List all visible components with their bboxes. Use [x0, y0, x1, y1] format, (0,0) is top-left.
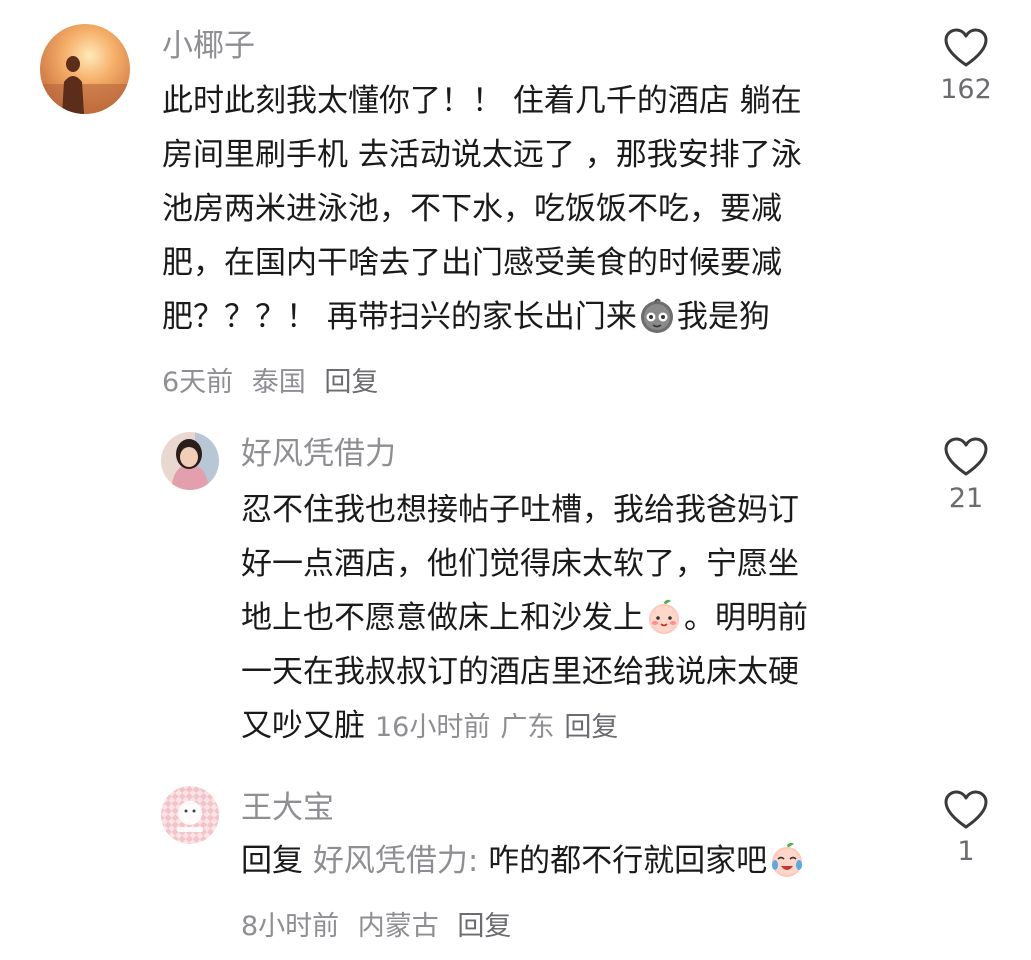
comment-text: 。明明前	[684, 600, 808, 636]
avatar[interactable]	[40, 24, 130, 114]
like-count: 21	[948, 483, 984, 514]
avatar-sunset-image	[40, 24, 130, 114]
heart-icon[interactable]	[944, 437, 988, 477]
comment-line: 忍不住我也想接帖子吐槽，我给我爸妈订	[241, 492, 799, 528]
reply-button[interactable]: 回复	[564, 712, 618, 743]
comment-time: 16小时前	[375, 712, 491, 743]
comment-text: 又吵又脏	[241, 708, 365, 744]
avatar[interactable]	[161, 432, 219, 490]
comment-text: 咋的都不行就回家吧	[478, 843, 768, 879]
peach-face-emoji	[649, 599, 679, 634]
reply-button[interactable]: 回复	[324, 367, 378, 398]
comment-time: 8小时前	[241, 911, 340, 942]
avatar-portrait-image	[161, 432, 219, 490]
comment-text: 肥？？？！ 再带扫兴的家长出门来	[162, 299, 637, 335]
avatar-pattern-image	[161, 786, 219, 844]
like-control: 162	[926, 28, 1006, 105]
comment-text: 我是狗	[676, 299, 770, 335]
comment-body: 此时此刻我太懂你了！！ 住着几千的酒店 躺在 房间里刷手机 去活动说太远了 ，那…	[162, 74, 802, 344]
comment-line: 肥，在国内干啥去了出门感受美食的时候要减	[162, 245, 782, 281]
comment-line: 肥？？？！ 再带扫兴的家长出门来 我是狗	[162, 290, 802, 344]
heart-icon[interactable]	[944, 28, 988, 68]
comment-line: 回复 好风凭借力: 咋的都不行就回家吧	[241, 834, 807, 888]
comment-body: 回复 好风凭借力: 咋的都不行就回家吧	[241, 834, 807, 888]
comment-text: 地上也不愿意做床上和沙发上	[241, 600, 644, 636]
smiling-face-emoji	[640, 298, 673, 333]
comment-meta: 6天前 泰国 回复	[162, 360, 388, 399]
comment-meta: 16小时前 广东 回复	[375, 712, 628, 743]
comment-line: 地上也不愿意做床上和沙发上 。明明前	[241, 591, 808, 645]
like-count: 162	[940, 74, 992, 105]
comment-location: 内蒙古	[357, 911, 439, 942]
comment-author[interactable]: 王大宝	[241, 788, 334, 828]
crying-laughing-emoji	[772, 842, 803, 877]
comment-line: 房间里刷手机 去活动说太远了 ，那我安排了泳	[162, 137, 802, 173]
comment-line: 此时此刻我太懂你了！！ 住着几千的酒店 躺在	[162, 83, 802, 119]
comment-time: 6天前	[162, 367, 234, 398]
comment-location: 泰国	[251, 367, 306, 398]
comment-author[interactable]: 好风凭借力	[241, 434, 396, 474]
like-control: 1	[926, 790, 1006, 867]
reply-prefix: 回复	[241, 843, 303, 879]
reply-button[interactable]: 回复	[457, 911, 511, 942]
like-control: 21	[926, 437, 1006, 514]
like-count: 1	[957, 836, 975, 867]
comment-line: 一天在我叔叔订的酒店里还给我说床太硬	[241, 654, 799, 690]
avatar[interactable]	[161, 786, 219, 844]
comment-location: 广东	[500, 712, 555, 743]
comment-author[interactable]: 小椰子	[162, 26, 255, 66]
comment-line: 又吵又脏 16小时前 广东 回复	[241, 699, 808, 755]
comment-body: 忍不住我也想接帖子吐槽，我给我爸妈订 好一点酒店，他们觉得床太软了，宁愿坐 地上…	[241, 483, 808, 755]
heart-icon[interactable]	[944, 790, 988, 830]
comment-line: 好一点酒店，他们觉得床太软了，宁愿坐	[241, 546, 799, 582]
mention-link[interactable]: 好风凭借力:	[313, 843, 478, 879]
comment-line: 池房两米进泳池，不下水，吃饭饭不吃，要减	[162, 191, 782, 227]
comment-meta: 8小时前 内蒙古 回复	[241, 904, 521, 943]
